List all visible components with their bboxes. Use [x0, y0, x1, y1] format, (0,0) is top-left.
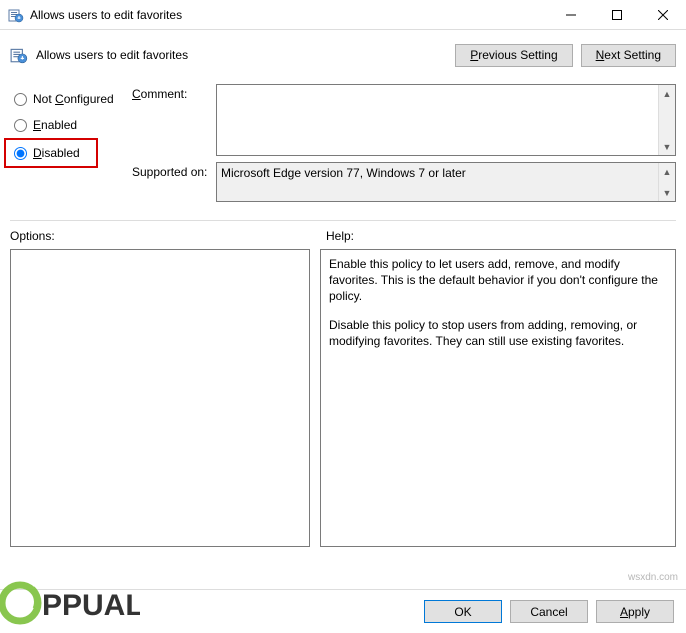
footer: OK Cancel Apply	[0, 589, 686, 633]
help-label: Help:	[326, 229, 354, 243]
watermark-url: wsxdn.com	[628, 572, 678, 583]
close-button[interactable]	[640, 0, 686, 29]
radio-not-configured-input[interactable]	[14, 93, 27, 106]
maximize-button[interactable]	[594, 0, 640, 29]
radio-disabled[interactable]: Disabled	[10, 140, 96, 166]
window-title: Allows users to edit favorites	[30, 8, 548, 22]
apply-button[interactable]: Apply	[596, 600, 674, 623]
policy-icon	[8, 7, 24, 23]
help-panel: Enable this policy to let users add, rem…	[320, 249, 676, 547]
radio-enabled-input[interactable]	[14, 119, 27, 132]
help-paragraph: Enable this policy to let users add, rem…	[329, 256, 667, 305]
window-controls	[548, 0, 686, 29]
ok-button[interactable]: OK	[424, 600, 502, 623]
scroll-down-icon[interactable]: ▼	[659, 138, 675, 155]
policy-icon	[10, 46, 28, 64]
policy-title: Allows users to edit favorites	[36, 48, 455, 62]
titlebar: Allows users to edit favorites	[0, 0, 686, 30]
comment-textarea[interactable]: ▲ ▼	[216, 84, 676, 156]
options-label: Options:	[10, 229, 326, 243]
state-radio-group: Not Configured Enabled Disabled	[10, 84, 122, 208]
comment-label: Comment:	[132, 84, 216, 156]
scroll-up-icon: ▲	[659, 163, 675, 180]
supported-on-value: Microsoft Edge version 77, Windows 7 or …	[221, 166, 466, 180]
minimize-button[interactable]	[548, 0, 594, 29]
cancel-button[interactable]: Cancel	[510, 600, 588, 623]
scroll-down-icon: ▼	[659, 184, 675, 201]
scrollbar[interactable]: ▲ ▼	[658, 85, 675, 155]
help-paragraph: Disable this policy to stop users from a…	[329, 317, 667, 349]
options-panel	[10, 249, 310, 547]
header-row: Allows users to edit favorites Previous …	[10, 40, 676, 70]
radio-disabled-input[interactable]	[14, 147, 27, 160]
scrollbar: ▲ ▼	[658, 163, 675, 201]
selection-highlight: Disabled	[4, 138, 98, 168]
radio-enabled[interactable]: Enabled	[10, 112, 122, 138]
scroll-up-icon[interactable]: ▲	[659, 85, 675, 102]
supported-on-box: Microsoft Edge version 77, Windows 7 or …	[216, 162, 676, 202]
next-setting-button[interactable]: Next Setting	[581, 44, 676, 67]
radio-not-configured[interactable]: Not Configured	[10, 86, 122, 112]
supported-label: Supported on:	[132, 162, 216, 202]
previous-setting-button[interactable]: Previous Setting	[455, 44, 572, 67]
